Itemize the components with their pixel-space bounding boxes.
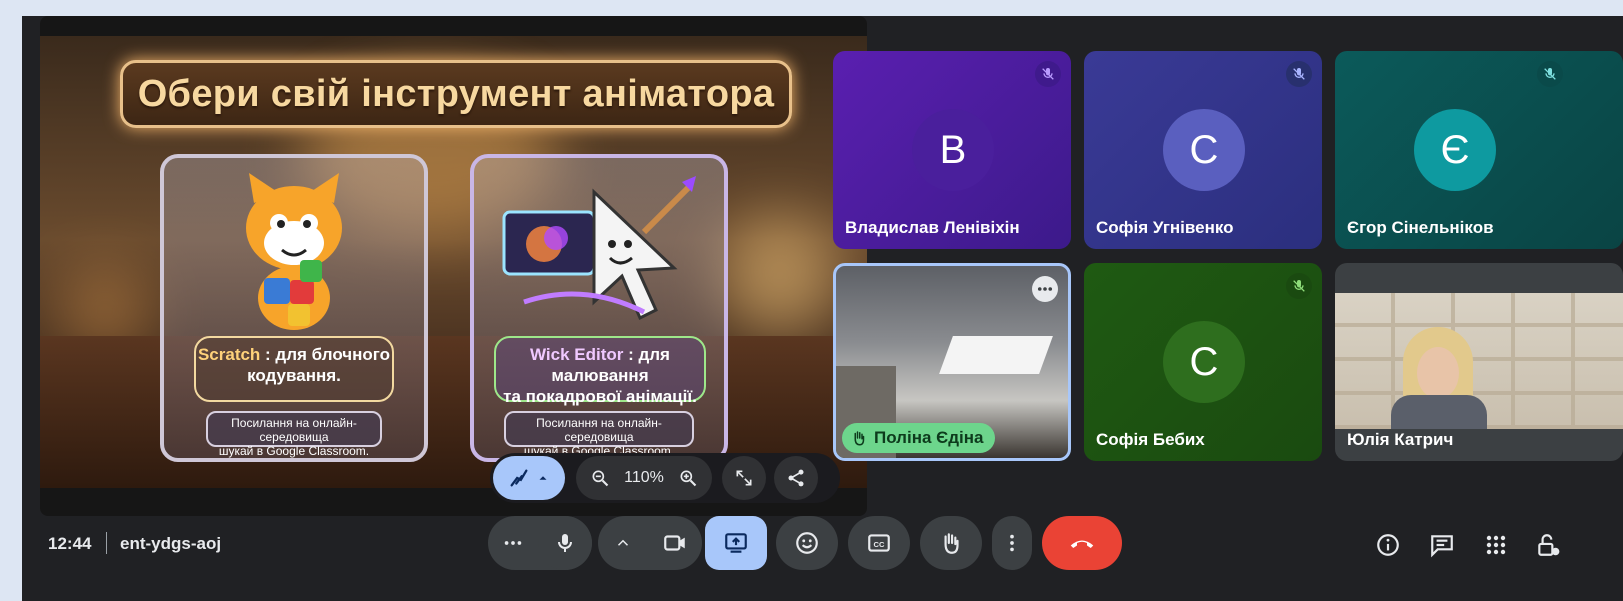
captions-icon: CC xyxy=(868,534,890,552)
participant-name: Поліна Єдіна xyxy=(874,428,984,447)
scratch-label: Scratch : для блочного кодування. xyxy=(194,336,394,402)
host-controls-icon xyxy=(1538,534,1560,556)
annotate-button[interactable] xyxy=(493,456,565,500)
activities-button[interactable] xyxy=(1482,531,1510,559)
hand-icon xyxy=(944,533,959,554)
pen-icon xyxy=(510,469,528,487)
more-horizontal-icon xyxy=(1037,287,1053,291)
slide-title: Обери свій інструмент аніматора xyxy=(137,72,775,115)
slide-title-banner: Обери свій інструмент аніматора xyxy=(120,60,792,128)
present-button[interactable] xyxy=(705,516,767,570)
chat-button[interactable] xyxy=(1428,531,1456,559)
share-icon xyxy=(788,469,804,487)
participant-name: Софія Угнівенко xyxy=(1096,218,1234,237)
ceiling-window xyxy=(939,336,1053,374)
fullscreen-button[interactable] xyxy=(722,456,766,500)
more-audio-options-icon[interactable] xyxy=(502,532,524,554)
cursor-mascot-icon xyxy=(502,176,696,321)
participant-tile-video[interactable]: Юлія Катрич xyxy=(1335,263,1623,461)
avatar: Є xyxy=(1414,109,1496,191)
scratch-name: Scratch xyxy=(197,345,261,364)
participant-tile-video[interactable]: Поліна Єдіна xyxy=(833,263,1071,461)
meeting-details-button[interactable] xyxy=(1374,531,1402,559)
zoom-level: 110% xyxy=(624,469,664,486)
host-controls-button[interactable] xyxy=(1534,531,1562,559)
hand-icon xyxy=(854,431,865,446)
wick-name: Wick Editor xyxy=(530,345,624,364)
scratch-card: Scratch : для блочного кодування. Посила… xyxy=(160,154,428,462)
caret-up-icon xyxy=(539,476,547,480)
participant-tile[interactable]: С Софія Бебих xyxy=(1084,263,1322,461)
mic-button[interactable] xyxy=(538,516,592,570)
chevron-up-icon[interactable] xyxy=(614,534,632,552)
scratch-desc-2: кодування. xyxy=(247,366,341,385)
zoom-out-icon[interactable] xyxy=(590,468,610,488)
participant-tile[interactable]: Є Єгор Сінельніков xyxy=(1335,51,1623,249)
person-shoulders xyxy=(1391,395,1487,429)
muted-mic-icon xyxy=(1035,61,1061,87)
meet-window: Обери свій інструмент аніматора Scratch … xyxy=(22,16,1623,601)
present-icon xyxy=(725,533,747,553)
participant-name: Єгор Сінельніков xyxy=(1347,218,1494,237)
expand-icon xyxy=(736,470,752,486)
wick-foot-1: Посилання на онлайн-середовища xyxy=(536,416,662,444)
wick-desc-2: та покадрової анімації. xyxy=(503,387,697,406)
avatar: В xyxy=(912,109,994,191)
leave-call-button[interactable] xyxy=(1042,516,1122,570)
wick-card: Wick Editor : для малювання та покадрово… xyxy=(470,154,728,462)
zoom-control: 110% xyxy=(576,456,712,500)
emoji-icon xyxy=(796,532,818,554)
bottom-bar: 12:44 ent-ydgs-aoj CC xyxy=(22,516,1623,601)
info-icon xyxy=(1377,534,1399,556)
scratch-foot-2: шукай в Google Classroom. xyxy=(218,444,370,458)
mic-icon xyxy=(558,534,572,552)
meeting-code: ent-ydgs-aoj xyxy=(120,534,222,553)
person-face xyxy=(1417,347,1459,399)
video-group xyxy=(598,516,702,570)
wick-footnote: Посилання на онлайн-середовища шукай в G… xyxy=(504,411,694,458)
muted-mic-icon xyxy=(1537,61,1563,87)
more-vertical-icon xyxy=(1010,534,1014,552)
raised-hand-badge: Поліна Єдіна xyxy=(842,423,996,453)
scratch-desc-1: : для блочного xyxy=(260,345,391,364)
avatar: С xyxy=(1163,321,1245,403)
participant-name: Юлія Катрич xyxy=(1347,430,1454,449)
participant-name: Софія Бебих xyxy=(1096,430,1205,449)
scratch-footnote: Посилання на онлайн-середовища шукай в G… xyxy=(206,411,382,458)
activities-icon xyxy=(1486,535,1506,555)
wick-label: Wick Editor : для малювання та покадрово… xyxy=(494,336,706,406)
raise-hand-button[interactable] xyxy=(920,516,982,570)
video-frame xyxy=(1335,293,1623,429)
slide-image: Обери свій інструмент аніматора Scratch … xyxy=(40,36,867,488)
scratch-cat-icon xyxy=(246,173,342,330)
svg-text:CC: CC xyxy=(874,540,885,549)
participant-tile[interactable]: С Софія Угнівенко xyxy=(1084,51,1322,249)
end-call-icon xyxy=(1070,540,1094,548)
clock: 12:44 xyxy=(48,534,92,553)
participant-name: Владислав Ленівіхін xyxy=(845,218,1020,237)
presentation-view[interactable]: Обери свій інструмент аніматора Scratch … xyxy=(40,16,867,516)
avatar: С xyxy=(1163,109,1245,191)
tile-more-button[interactable] xyxy=(1032,276,1058,302)
audio-group xyxy=(488,516,592,570)
zoom-in-icon[interactable] xyxy=(678,468,698,488)
muted-mic-icon xyxy=(1286,61,1312,87)
presentation-toolbar: 110% xyxy=(490,453,840,503)
divider xyxy=(106,532,107,554)
participant-tile[interactable]: В Владислав Ленівіхін xyxy=(833,51,1071,249)
captions-button[interactable]: CC xyxy=(848,516,910,570)
scratch-foot-1: Посилання на онлайн-середовища xyxy=(231,416,357,444)
more-options-button[interactable] xyxy=(992,516,1032,570)
camera-icon xyxy=(664,535,685,551)
share-button[interactable] xyxy=(774,456,818,500)
chat-icon xyxy=(1431,535,1453,558)
muted-mic-icon xyxy=(1286,273,1312,299)
camera-button[interactable] xyxy=(648,516,702,570)
emoji-button[interactable] xyxy=(776,516,838,570)
